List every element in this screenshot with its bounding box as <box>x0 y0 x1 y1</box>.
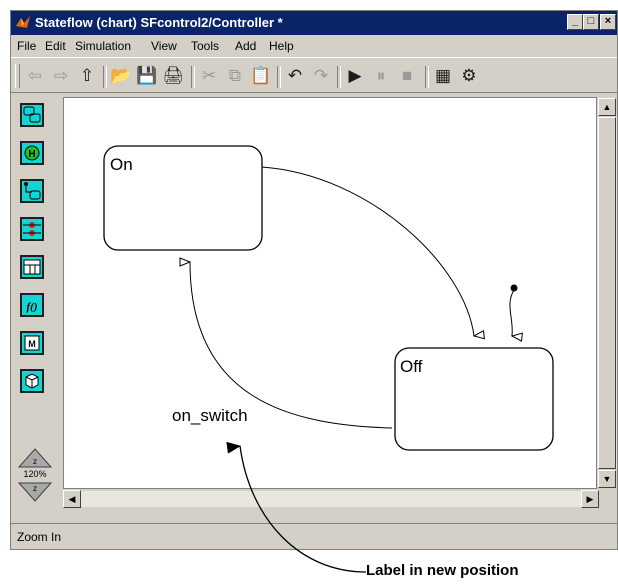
chart-overlay: On Off on_switch <box>103 145 554 573</box>
transition-on-to-off[interactable] <box>261 166 474 336</box>
state-off-label: Off <box>400 357 423 376</box>
callout-arrow <box>226 441 367 573</box>
callout-label: Label in new position <box>366 562 519 579</box>
transition-label[interactable]: on_switch <box>172 406 248 425</box>
default-transition[interactable] <box>509 289 514 336</box>
transition-off-to-on[interactable] <box>190 262 393 429</box>
state-on-label: On <box>110 155 133 174</box>
